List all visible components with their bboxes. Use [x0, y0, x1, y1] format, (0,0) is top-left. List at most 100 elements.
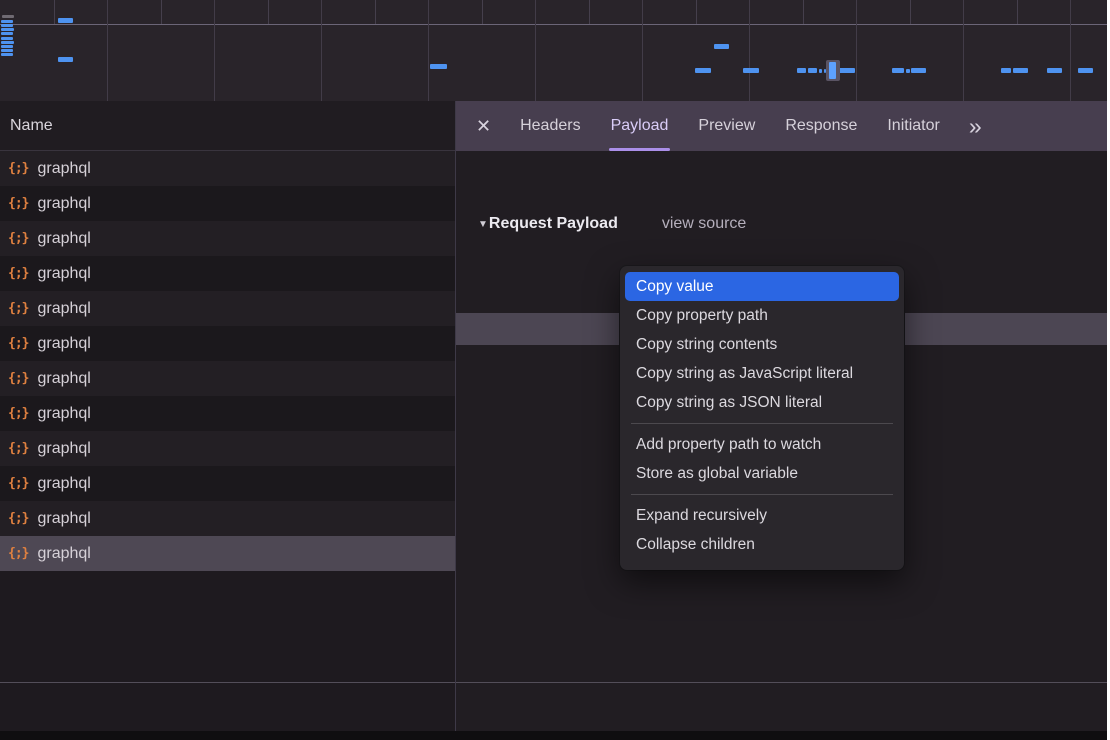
window-bottom-bar	[0, 731, 1107, 740]
waterfall-bar	[58, 18, 73, 23]
json-request-icon: {;}	[8, 371, 28, 386]
request-name: graphql	[37, 300, 90, 318]
context-menu-item[interactable]: Copy value	[625, 272, 899, 301]
name-column-label: Name	[10, 117, 53, 135]
context-menu-item[interactable]: Store as global variable	[625, 459, 899, 488]
more-tabs-icon[interactable]: »	[969, 115, 980, 138]
context-menu-separator	[631, 423, 893, 424]
overview-ruler-tick	[482, 0, 483, 24]
request-row[interactable]: {;} graphql	[0, 186, 455, 221]
request-name: graphql	[37, 195, 90, 213]
waterfall-bar	[743, 68, 759, 73]
section-expanded-icon[interactable]: ▼	[478, 219, 488, 230]
request-payload-section[interactable]: ▼ Request Payload view source	[478, 215, 746, 233]
tab-label: Response	[785, 117, 857, 135]
request-row[interactable]: {;}graphql	[0, 151, 455, 186]
waterfall-bar	[906, 69, 910, 73]
json-request-icon: {;}	[8, 406, 28, 421]
request-row[interactable]: {;}graphql	[0, 396, 455, 431]
request-row[interactable]: {;}graphql	[0, 291, 455, 326]
request-name: graphql	[37, 475, 90, 493]
overview-gridline	[428, 0, 429, 101]
tab-response[interactable]: Response	[785, 101, 857, 151]
overview-selection-marker[interactable]	[826, 60, 840, 81]
json-request-icon: {;}	[8, 161, 28, 176]
waterfall-bar	[797, 68, 806, 73]
context-menu-item-label: Copy string as JSON literal	[636, 394, 822, 412]
request-row[interactable]: {;}graphql	[0, 256, 455, 291]
request-row[interactable]: {;} graphql	[0, 221, 455, 256]
tab-payload[interactable]: Payload	[611, 101, 669, 151]
json-request-icon: {;}	[8, 266, 28, 281]
overview-ruler-tick	[54, 0, 55, 24]
tab-initiator[interactable]: Initiator	[887, 101, 939, 151]
details-tabbar: ✕ Headers Payload Preview Response Initiator…	[456, 101, 1107, 151]
tab-headers[interactable]: Headers	[520, 101, 580, 151]
overview-gridline	[214, 0, 215, 101]
context-menu-separator	[631, 494, 893, 495]
request-row[interactable]: {;}graphql	[0, 361, 455, 396]
request-row[interactable]: {;}graphql	[0, 326, 455, 361]
request-row[interactable]: {;} graphql	[0, 466, 455, 501]
waterfall-bar	[1, 28, 14, 31]
request-row[interactable]: {;} graphql	[0, 431, 455, 466]
request-name: graphql	[37, 440, 90, 458]
context-menu-item-label: Collapse children	[636, 536, 755, 554]
overview-gridline	[856, 0, 857, 101]
tab-preview[interactable]: Preview	[698, 101, 755, 151]
panel-divider[interactable]	[455, 101, 456, 731]
overview-gridline	[749, 0, 750, 101]
request-name: graphql	[37, 545, 90, 563]
json-request-icon: {;}	[8, 196, 28, 211]
waterfall-bar	[1, 41, 14, 44]
waterfall-bar	[1013, 68, 1028, 73]
request-name: graphql	[37, 230, 90, 248]
overview-gridline	[107, 0, 108, 101]
context-menu-item[interactable]: Copy string as JavaScript literal	[625, 359, 899, 388]
context-menu-item[interactable]: Expand recursively	[625, 501, 899, 530]
waterfall-bar	[1, 20, 13, 23]
overview-gridline	[963, 0, 964, 101]
waterfall-bar	[2, 15, 14, 18]
overview-ruler-tick	[1017, 0, 1018, 24]
overview-gridline	[321, 0, 322, 101]
context-menu-item-label: Expand recursively	[636, 507, 767, 525]
tab-label: Preview	[698, 117, 755, 135]
waterfall-bar	[1001, 68, 1011, 73]
context-menu-item-label: Copy string as JavaScript literal	[636, 365, 853, 383]
overview-ruler-line	[0, 24, 1107, 25]
context-menu-item[interactable]: Copy property path	[625, 301, 899, 330]
overview-gridline	[1070, 0, 1071, 101]
waterfall-bar	[1, 49, 13, 52]
json-request-icon: {;}	[8, 476, 28, 491]
request-row[interactable]: {;}graphql	[0, 501, 455, 536]
name-column-header[interactable]: Name	[0, 101, 455, 151]
tree-row-query-right: untTag: string, $f	[907, 317, 1107, 341]
waterfall-bar	[430, 64, 447, 69]
json-request-icon: {;}	[8, 336, 28, 351]
tree-row-variables-right: ee5588fdad995178a0	[905, 349, 1107, 373]
view-source-link[interactable]: view source	[662, 215, 746, 233]
waterfall-bar	[58, 57, 73, 62]
context-menu: Copy valueCopy property pathCopy string …	[620, 266, 904, 570]
waterfall-bar	[1078, 68, 1093, 73]
network-overview[interactable]	[0, 0, 1107, 102]
context-menu-item[interactable]: Add property path to watch	[625, 430, 899, 459]
waterfall-bar	[808, 68, 817, 73]
tab-label: Headers	[520, 117, 580, 135]
section-title: Request Payload	[489, 215, 618, 233]
overview-ruler-tick	[803, 0, 804, 24]
context-menu-item-label: Store as global variable	[636, 465, 798, 483]
waterfall-bar	[1047, 68, 1062, 73]
json-request-icon: {;}	[8, 511, 28, 526]
json-request-icon: {;}	[8, 231, 28, 246]
waterfall-bar	[839, 68, 855, 73]
close-icon[interactable]: ✕	[476, 117, 491, 135]
context-menu-item[interactable]: Copy string contents	[625, 330, 899, 359]
context-menu-item[interactable]: Copy string as JSON literal	[625, 388, 899, 417]
json-request-icon: {;}	[8, 441, 28, 456]
request-row[interactable]: {;}graphql	[0, 536, 455, 571]
context-menu-item[interactable]: Collapse children	[625, 530, 899, 559]
overview-ruler-tick	[161, 0, 162, 24]
tab-label: Initiator	[887, 117, 939, 135]
